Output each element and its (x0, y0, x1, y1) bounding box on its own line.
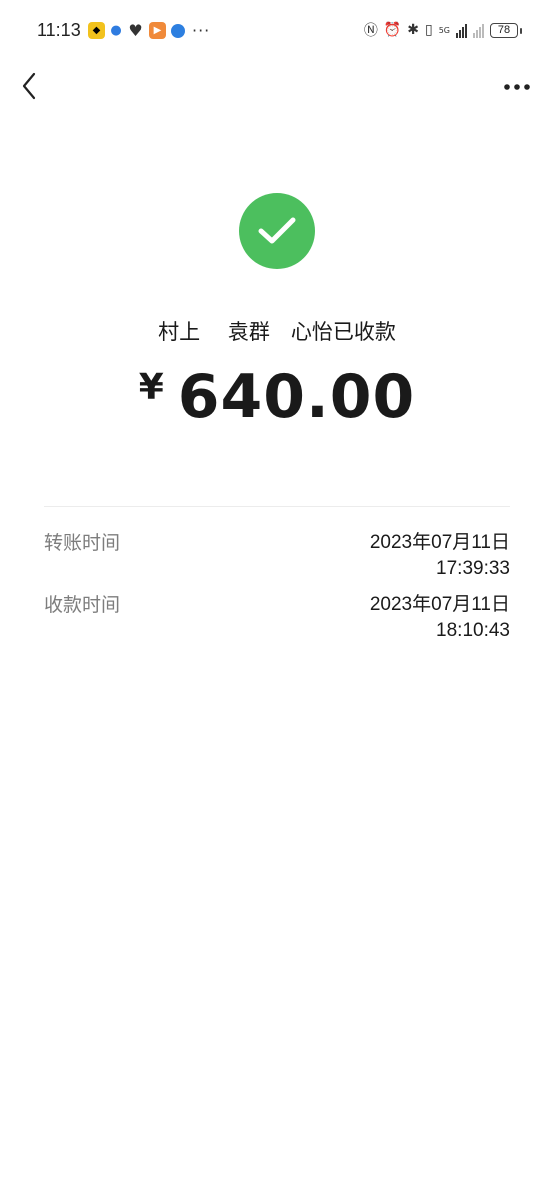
heart-app-icon: ♥ (128, 21, 143, 40)
alarm-icon: ⏰ (383, 22, 402, 38)
more-horizontal-icon (504, 84, 530, 90)
transfer-amount: ¥ 640.00 (0, 362, 554, 432)
amount-value: 640.00 (177, 362, 416, 432)
divider (44, 506, 510, 507)
vibrate-icon: ▯ (424, 22, 433, 38)
globe-app-icon (171, 23, 185, 38)
checkmark-icon (258, 217, 296, 244)
system-icons: Ⓝ ⏰ ✱ ▯ 5G 78 (363, 20, 522, 40)
play-app-icon: ▶ (149, 22, 166, 39)
transfer-clock: 17:39:33 (436, 558, 510, 579)
transfer-time-row: 转账时间 2023年07月11日 17:39:33 (44, 530, 510, 582)
more-options-button[interactable] (502, 72, 532, 102)
status-bar: 11:13 ◆ ● ♥ ▶ ··· Ⓝ ⏰ ✱ ▯ 5G 78 (0, 0, 554, 62)
status-time: 11:13 (37, 20, 81, 40)
more-notifications-icon: ··· (192, 21, 211, 40)
app-notification-icon: ◆ (88, 22, 105, 39)
signal-strength-icon (456, 23, 467, 38)
battery-icon: 78 (490, 22, 522, 38)
transfer-time-value: 2023年07月11日 17:39:33 (370, 530, 510, 582)
receive-clock: 18:10:43 (436, 620, 510, 641)
transfer-date: 2023年07月11日 (369, 532, 510, 553)
back-button[interactable] (14, 68, 44, 104)
signal-strength-2-icon (473, 23, 484, 38)
receive-time-value: 2023年07月11日 18:10:43 (370, 592, 510, 644)
shield-app-icon: ● (110, 23, 122, 38)
transfer-time-label: 转账时间 (44, 532, 121, 554)
receive-date: 2023年07月11日 (369, 594, 510, 615)
receiver-status-text: 村上 袁群 心怡已收款 (158, 320, 396, 344)
nfc-icon: Ⓝ (363, 23, 378, 39)
receive-time-row: 收款时间 2023年07月11日 18:10:43 (44, 592, 510, 644)
success-check-icon (239, 193, 315, 269)
bluetooth-icon: ✱ (407, 22, 419, 38)
notification-icons: ◆ ● ♥ ▶ ··· (88, 21, 210, 40)
network-type-icon: 5G (438, 25, 450, 35)
currency-symbol: ¥ (138, 367, 164, 408)
receive-time-label: 收款时间 (44, 594, 121, 616)
chevron-left-icon (22, 72, 36, 100)
